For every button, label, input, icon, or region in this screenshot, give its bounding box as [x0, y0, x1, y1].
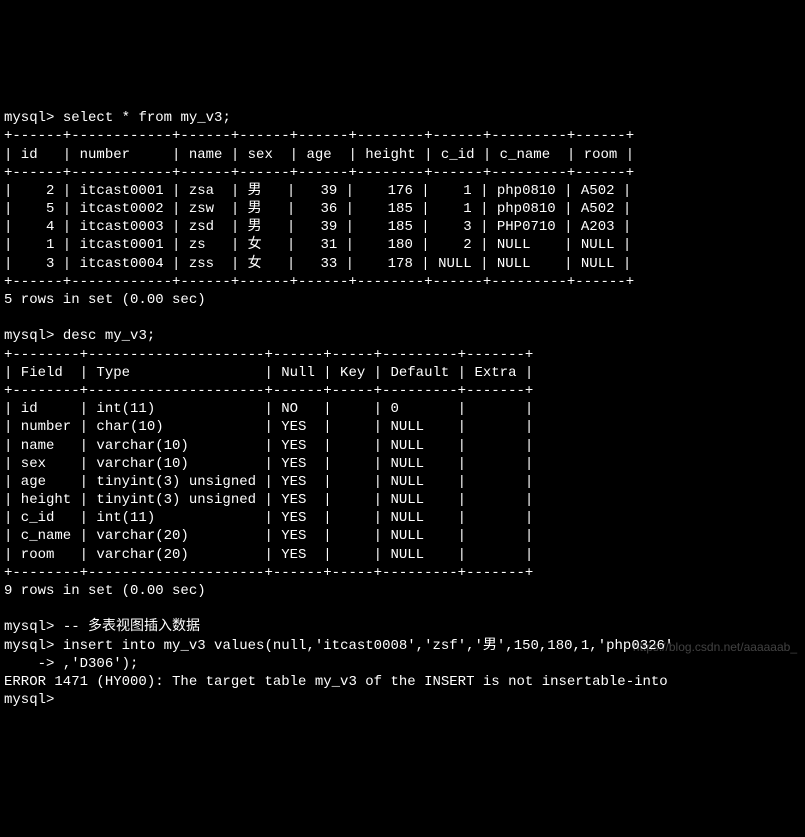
- table-row: | height | tinyint(3) unsigned | YES | |…: [4, 492, 533, 508]
- prompt-cont: ->: [4, 656, 54, 672]
- table-row: | 2 | itcast0001 | zsa | 男 | 39 | 176 | …: [4, 183, 631, 199]
- table-row: | c_name | varchar(20) | YES | | NULL | …: [4, 528, 533, 544]
- table1-border-bot: +------+------------+------+------+-----…: [4, 274, 634, 290]
- sql-insert-line1: insert into my_v3 values(null,'itcast000…: [63, 638, 674, 654]
- table-row: | number | char(10) | YES | | NULL | |: [4, 419, 533, 435]
- prompt: mysql>: [4, 110, 54, 126]
- prompt: mysql>: [4, 328, 54, 344]
- sql-select: select * from my_v3;: [63, 110, 231, 126]
- prompt[interactable]: mysql>: [4, 692, 54, 708]
- table1-border-top: +------+------------+------+------+-----…: [4, 128, 634, 144]
- prompt: mysql>: [4, 619, 54, 635]
- terminal-output: mysql> select * from my_v3; +------+----…: [0, 91, 805, 709]
- table2-border-top: +--------+---------------------+------+-…: [4, 347, 533, 363]
- error-line: ERROR 1471 (HY000): The target table my_…: [4, 674, 668, 690]
- table-row: | 3 | itcast0004 | zss | 女 | 33 | 178 | …: [4, 256, 631, 272]
- sql-desc: desc my_v3;: [63, 328, 155, 344]
- table1-header: | id | number | name | sex | age | heigh…: [4, 147, 634, 163]
- sql-comment: -- 多表视图插入数据: [63, 619, 200, 635]
- table-row: | 1 | itcast0001 | zs | 女 | 31 | 180 | 2…: [4, 237, 631, 253]
- watermark-text: https://blog.csdn.net/aaaaaab_: [633, 640, 797, 656]
- table2-border-bot: +--------+---------------------+------+-…: [4, 565, 533, 581]
- table1-border-mid: +------+------------+------+------+-----…: [4, 165, 634, 181]
- table-row: | name | varchar(10) | YES | | NULL | |: [4, 438, 533, 454]
- table-row: | room | varchar(20) | YES | | NULL | |: [4, 547, 533, 563]
- result-count: 9 rows in set (0.00 sec): [4, 583, 206, 599]
- table-row: | 5 | itcast0002 | zsw | 男 | 36 | 185 | …: [4, 201, 631, 217]
- sql-insert-line2: ,'D306');: [63, 656, 139, 672]
- table-row: | id | int(11) | NO | | 0 | |: [4, 401, 533, 417]
- result-count: 5 rows in set (0.00 sec): [4, 292, 206, 308]
- prompt: mysql>: [4, 638, 54, 654]
- table-row: | c_id | int(11) | YES | | NULL | |: [4, 510, 533, 526]
- table2-header: | Field | Type | Null | Key | Default | …: [4, 365, 533, 381]
- table-row: | age | tinyint(3) unsigned | YES | | NU…: [4, 474, 533, 490]
- table-row: | 4 | itcast0003 | zsd | 男 | 39 | 185 | …: [4, 219, 631, 235]
- table2-border-mid: +--------+---------------------+------+-…: [4, 383, 533, 399]
- table-row: | sex | varchar(10) | YES | | NULL | |: [4, 456, 533, 472]
